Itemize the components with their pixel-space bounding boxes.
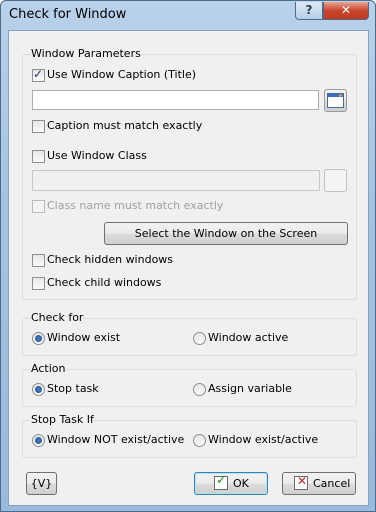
caption-exact-label[interactable]: Caption must match exactly	[47, 119, 202, 132]
ok-check-icon: ✓	[214, 473, 228, 490]
stop-task-radio[interactable]	[32, 383, 45, 396]
check-for-label: Check for	[31, 311, 84, 324]
window-not-exist-radio[interactable]	[32, 434, 45, 447]
check-hidden-checkbox[interactable]	[32, 254, 45, 267]
class-input[interactable]	[32, 170, 320, 191]
check-child-checkbox[interactable]	[32, 277, 45, 290]
dialog-window: Check for Window ? ✕ Window Parameters U…	[0, 0, 376, 512]
select-window-button[interactable]: Select the Window on the Screen	[104, 222, 348, 245]
use-class-label[interactable]: Use Window Class	[47, 149, 147, 162]
window-exist-radio[interactable]	[32, 332, 45, 345]
window-exist-active-radio[interactable]	[193, 434, 206, 447]
window-parameters-label: Window Parameters	[31, 47, 141, 60]
assign-variable-radio[interactable]	[193, 383, 206, 396]
window-active-label[interactable]: Window active	[208, 331, 288, 344]
caption-input[interactable]	[32, 90, 319, 110]
check-hidden-label[interactable]: Check hidden windows	[47, 253, 173, 266]
dialog-client-area: Window Parameters Use Window Caption (Ti…	[8, 30, 369, 506]
pick-window-button[interactable]	[324, 89, 347, 112]
cancel-button[interactable]: ✕ Cancel	[282, 472, 356, 495]
stop-task-if-label: Stop Task If	[31, 413, 94, 426]
variables-button[interactable]: {V}	[26, 472, 57, 495]
help-button[interactable]: ?	[295, 2, 323, 20]
caption-exact-checkbox[interactable]	[32, 120, 45, 133]
window-icon	[327, 93, 344, 108]
class-exact-label: Class name must match exactly	[47, 199, 224, 212]
window-title: Check for Window	[9, 7, 127, 22]
action-label: Action	[31, 362, 66, 375]
window-active-radio[interactable]	[193, 332, 206, 345]
window-exist-label[interactable]: Window exist	[47, 331, 120, 344]
stop-task-label[interactable]: Stop task	[47, 382, 99, 395]
pick-class-button[interactable]	[324, 169, 347, 192]
window-exist-active-label[interactable]: Window exist/active	[208, 433, 318, 446]
class-exact-checkbox[interactable]	[32, 200, 45, 213]
window-not-exist-label[interactable]: Window NOT exist/active	[47, 433, 184, 446]
ok-button[interactable]: ✓ OK	[194, 472, 268, 495]
title-bar[interactable]: Check for Window ? ✕	[1, 1, 375, 30]
use-caption-checkbox[interactable]	[32, 67, 45, 82]
cancel-x-icon: ✕	[294, 474, 308, 490]
ok-label: OK	[233, 477, 249, 490]
check-child-label[interactable]: Check child windows	[47, 276, 161, 289]
assign-variable-label[interactable]: Assign variable	[208, 382, 292, 395]
cancel-label: Cancel	[313, 477, 351, 490]
use-class-checkbox[interactable]	[32, 150, 45, 163]
close-button[interactable]: ✕	[323, 2, 369, 20]
use-caption-label[interactable]: Use Window Caption (Title)	[47, 68, 196, 81]
